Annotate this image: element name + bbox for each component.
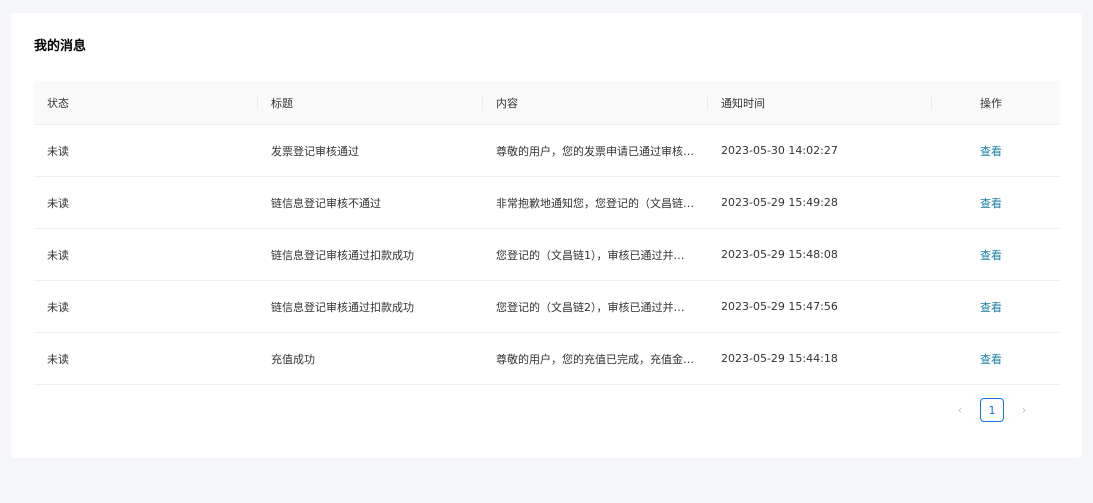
- cell-title: 链信息登记审核通过扣款成功: [271, 248, 414, 262]
- prev-page-icon[interactable]: ‹: [949, 398, 971, 422]
- messages-table: 状态 标题 内容 通知时间 操作 未读 发票登记审核通过 尊敬的用户，您的发票申…: [34, 81, 1060, 385]
- column-header-content: 内容: [483, 81, 708, 124]
- page-number-button[interactable]: 1: [980, 398, 1004, 422]
- cell-title: 充值成功: [271, 352, 315, 366]
- view-link[interactable]: 查看: [980, 195, 1002, 211]
- column-header-action: 操作: [980, 96, 1002, 110]
- table-row: 未读 链信息登记审核通过扣款成功 您登记的（文昌链1），审核已通过并… 2023…: [34, 229, 1060, 281]
- cell-content: 您登记的（文昌链1），审核已通过并…: [496, 248, 685, 262]
- cell-status: 未读: [47, 248, 69, 262]
- cell-time: 2023-05-29 15:48:08: [721, 248, 838, 261]
- view-link[interactable]: 查看: [980, 143, 1002, 159]
- cell-action: 查看: [932, 281, 1060, 332]
- table-row: 未读 充值成功 尊敬的用户，您的充值已完成，充值金… 2023-05-29 15…: [34, 333, 1060, 385]
- cell-time: 2023-05-29 15:49:28: [721, 196, 838, 209]
- cell-action: 查看: [932, 125, 1060, 176]
- cell-time: 2023-05-29 15:44:18: [721, 352, 838, 365]
- cell-title: 发票登记审核通过: [271, 144, 359, 158]
- messages-card: 我的消息 状态 标题 内容 通知时间 操作 未读 发票登记审核通过 尊敬的用户，…: [11, 13, 1082, 458]
- column-header-title: 标题: [258, 81, 483, 124]
- pagination: ‹ 1 ›: [949, 398, 1035, 422]
- cell-title: 链信息登记审核不通过: [271, 196, 381, 210]
- cell-content: 尊敬的用户，您的充值已完成，充值金…: [496, 352, 694, 366]
- cell-content: 非常抱歉地通知您，您登记的（文昌链…: [496, 196, 694, 210]
- cell-action: 查看: [932, 229, 1060, 280]
- table-row: 未读 链信息登记审核不通过 非常抱歉地通知您，您登记的（文昌链… 2023-05…: [34, 177, 1060, 229]
- cell-time: 2023-05-29 15:47:56: [721, 300, 838, 313]
- cell-status: 未读: [47, 196, 69, 210]
- view-link[interactable]: 查看: [980, 351, 1002, 367]
- view-link[interactable]: 查看: [980, 247, 1002, 263]
- cell-title: 链信息登记审核通过扣款成功: [271, 300, 414, 314]
- cell-content: 尊敬的用户，您的发票申请已通过审核…: [496, 144, 694, 158]
- cell-action: 查看: [932, 177, 1060, 228]
- view-link[interactable]: 查看: [980, 299, 1002, 315]
- table-header: 状态 标题 内容 通知时间 操作: [34, 81, 1060, 125]
- cell-status: 未读: [47, 144, 69, 158]
- cell-action: 查看: [932, 333, 1060, 384]
- table-row: 未读 发票登记审核通过 尊敬的用户，您的发票申请已通过审核… 2023-05-3…: [34, 125, 1060, 177]
- table-row: 未读 链信息登记审核通过扣款成功 您登记的（文昌链2），审核已通过并… 2023…: [34, 281, 1060, 333]
- cell-content: 您登记的（文昌链2），审核已通过并…: [496, 300, 685, 314]
- column-header-time: 通知时间: [708, 81, 932, 124]
- column-header-status: 状态: [34, 81, 258, 124]
- page-title: 我的消息: [34, 39, 87, 54]
- cell-time: 2023-05-30 14:02:27: [721, 144, 838, 157]
- next-page-icon[interactable]: ›: [1013, 398, 1035, 422]
- cell-status: 未读: [47, 300, 69, 314]
- cell-status: 未读: [47, 352, 69, 366]
